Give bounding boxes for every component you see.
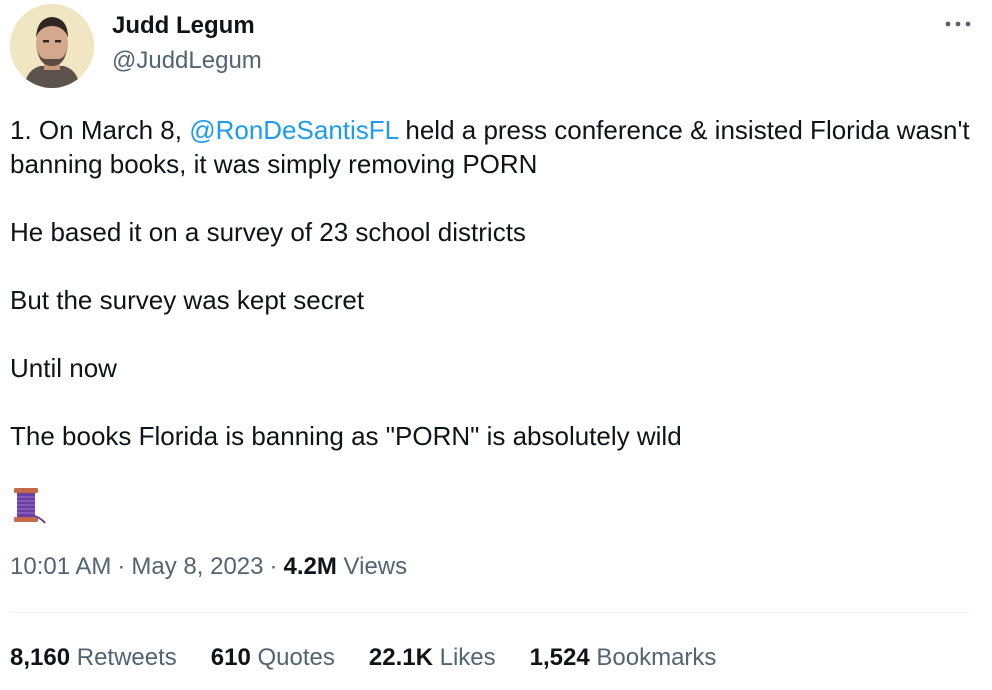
tweet-paragraph-4: Until now [10,353,117,383]
tweet-date[interactable]: May 8, 2023 [131,553,263,580]
bookmarks-count: 1,524 [529,644,590,671]
tweet-text: 1. On March 8, @RonDeSantisFL held a pre… [10,113,982,487]
likes-count: 22.1K [368,644,433,671]
separator-dot: · [269,553,278,580]
divider [10,612,972,613]
tweet-paragraph-5: The books Florida is banning as "PORN" i… [10,421,682,451]
tweet-paragraph-2: He based it on a survey of 23 school dis… [10,217,526,247]
separator-dot: · [117,553,126,580]
quotes-label: Quotes [257,644,335,671]
retweets-label: Retweets [76,644,177,671]
more-horizontal-icon [945,21,971,27]
views-label: Views [343,553,408,580]
retweets-stat[interactable]: 8,160 Retweets [10,641,177,675]
views-count: 4.2M [283,553,337,580]
retweets-count: 8,160 [10,644,71,671]
likes-stat[interactable]: 22.1K Likes [369,641,496,675]
tweet-meta: 10:01 AM · May 8, 2023 · 4.2M Views [10,550,407,584]
likes-label: Likes [439,644,496,671]
tweet-paragraph-3: But the survey was kept secret [10,285,365,315]
tweet-time[interactable]: 10:01 AM [10,553,111,580]
more-options-button[interactable] [938,8,978,40]
tweet-line1-prefix: 1. On March 8, [10,115,190,145]
avatar[interactable] [10,4,94,88]
engagement-stats: 8,160 Retweets 610 Quotes 22.1K Likes 1,… [10,641,750,675]
thread-spool-icon [12,486,48,526]
bookmarks-label: Bookmarks [596,644,717,671]
quotes-count: 610 [210,644,251,671]
author-name[interactable]: Judd Legum [112,10,255,42]
bookmarks-stat[interactable]: 1,524 Bookmarks [530,641,717,675]
avatar-image [10,4,94,88]
author-handle[interactable]: @JuddLegum [112,45,262,77]
tweet-paragraph-1: 1. On March 8, @RonDeSantisFL held a pre… [10,113,982,181]
mention-link[interactable]: @RonDeSantisFL [189,115,398,145]
quotes-stat[interactable]: 610 Quotes [211,641,335,675]
